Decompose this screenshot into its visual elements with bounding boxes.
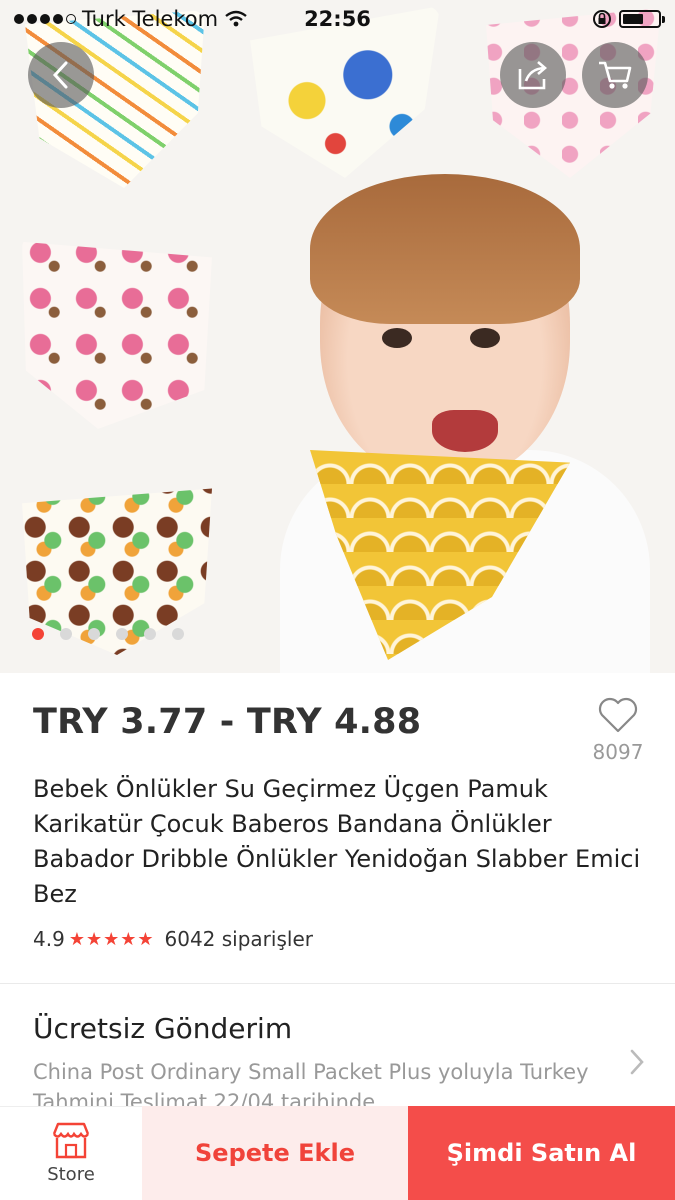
product-image-cupcake-bib [22,241,212,429]
rating-stars: ★★★★★ [68,928,155,950]
wishlist-button[interactable]: 8097 [588,696,648,764]
wishlist-count: 8097 [592,740,644,764]
shipping-method: China Post Ordinary Small Packet Plus yo… [33,1060,589,1084]
shipping-title[interactable]: Ücretsiz Gönderim [33,1012,292,1045]
rating-row[interactable]: 4.9 ★★★★★ 6042 siparişler [33,927,313,951]
battery-icon [619,10,665,28]
status-time: 22:56 [304,7,371,31]
gallery-dot[interactable] [172,628,184,640]
chevron-right-icon[interactable] [628,1048,646,1076]
gallery-dot[interactable] [88,628,100,640]
product-title: Bebek Önlükler Su Geçirmez Üçgen Pamuk K… [33,775,641,908]
gallery-dot[interactable] [32,628,44,640]
store-button[interactable]: Store [0,1106,142,1200]
cart-button[interactable] [582,42,648,108]
add-to-cart-button[interactable]: Sepete Ekle [142,1106,408,1200]
lock-icon [593,10,611,28]
gallery-dot[interactable] [144,628,156,640]
product-image-baby-model [280,174,650,673]
product-image-gallery[interactable] [0,0,675,673]
heart-icon [598,697,638,733]
rating-value: 4.9 [33,927,65,951]
signal-strength-icon [14,14,76,24]
product-price: TRY 3.77 - TRY 4.88 [33,702,422,742]
divider [0,983,675,984]
carrier-name: Turk Telekom [82,7,219,31]
cart-icon [599,61,632,89]
store-icon [52,1122,90,1159]
share-icon [518,61,547,90]
wifi-icon [225,10,247,27]
back-arrow-icon [52,61,68,89]
bottom-action-bar: Store Sepete Ekle Şimdi Satın Al [0,1106,675,1200]
share-button[interactable] [500,42,566,108]
gallery-pager[interactable] [32,628,184,640]
gallery-dot[interactable] [116,628,128,640]
gallery-dot[interactable] [60,628,72,640]
buy-now-button[interactable]: Şimdi Satın Al [408,1106,675,1200]
back-button[interactable] [28,42,94,108]
order-count: 6042 siparişler [164,927,313,951]
store-label: Store [47,1164,95,1185]
status-bar: Turk Telekom 22:56 [0,0,675,38]
